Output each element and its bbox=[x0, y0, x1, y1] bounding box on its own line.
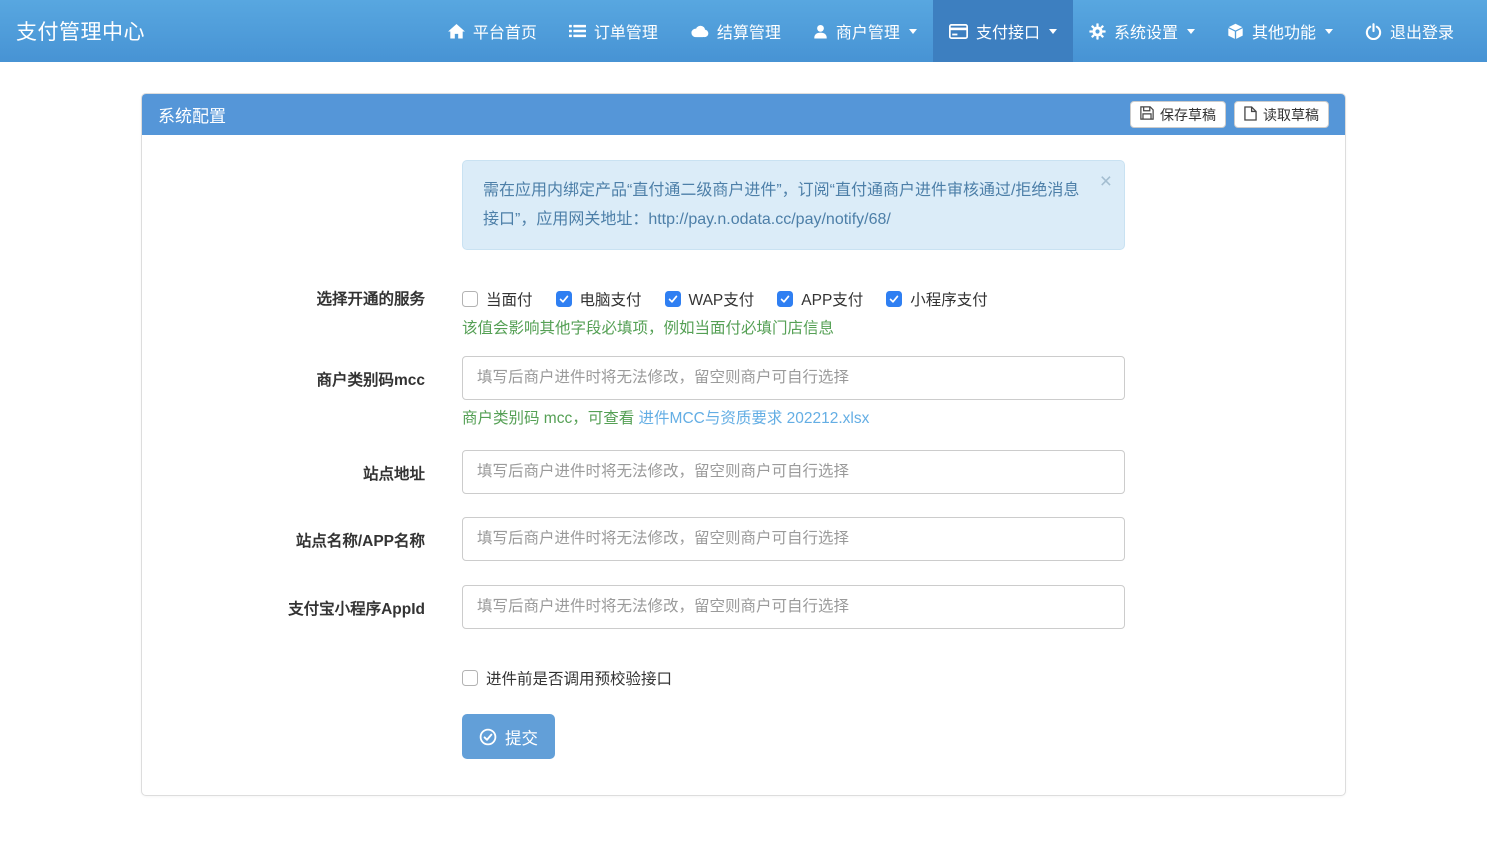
checkbox-wap-pay[interactable]: WAP支付 bbox=[665, 288, 755, 310]
close-icon: × bbox=[1100, 170, 1112, 193]
nav-item-label: 平台首页 bbox=[473, 19, 537, 43]
list-icon bbox=[569, 24, 586, 38]
alipay-appid-input[interactable] bbox=[462, 585, 1125, 629]
alipay-appid-row: 支付宝小程序AppId bbox=[157, 585, 1330, 629]
field-label: 商户类别码mcc bbox=[157, 356, 462, 390]
checkbox-box bbox=[462, 670, 478, 686]
checkbox-precheck[interactable]: 进件前是否调用预校验接口 bbox=[462, 667, 672, 689]
site-name-input[interactable] bbox=[462, 517, 1125, 561]
nav-item-label: 订单管理 bbox=[594, 19, 658, 43]
submit-button[interactable]: 提交 bbox=[462, 714, 555, 759]
nav-item-label: 系统设置 bbox=[1114, 19, 1178, 43]
nav-item-label: 商户管理 bbox=[836, 19, 900, 43]
checkbox-face-to-face-pay[interactable]: 当面付 bbox=[462, 288, 533, 310]
main-nav: 平台首页 订单管理 结算管理 bbox=[432, 0, 1487, 62]
nav-item-other-functions[interactable]: 其他功能 bbox=[1211, 0, 1349, 62]
services-help-text: 该值会影响其他字段必填项，例如当面付必填门店信息 bbox=[462, 318, 1125, 340]
nav-item-label: 结算管理 bbox=[717, 19, 781, 43]
user-icon bbox=[813, 24, 828, 39]
mcc-help-text: 商户类别码 mcc，可查看 进件MCC与资质要求 202212.xlsx bbox=[462, 408, 1125, 430]
checkbox-label: 小程序支付 bbox=[910, 288, 988, 310]
gear-icon bbox=[1089, 23, 1106, 40]
checkbox-label: APP支付 bbox=[801, 288, 863, 310]
nav-item-home[interactable]: 平台首页 bbox=[432, 0, 553, 62]
credit-card-icon bbox=[949, 24, 968, 39]
nav-item-settlement[interactable]: 结算管理 bbox=[674, 0, 797, 62]
nav-item-label: 支付接口 bbox=[976, 19, 1040, 43]
nav-item-label: 退出登录 bbox=[1390, 19, 1454, 43]
caret-down-icon bbox=[909, 29, 917, 34]
field-label: 支付宝小程序AppId bbox=[157, 585, 462, 619]
site-url-input[interactable] bbox=[462, 450, 1125, 494]
nav-item-merchants[interactable]: 商户管理 bbox=[797, 0, 933, 62]
field-label: 选择开通的服务 bbox=[157, 287, 462, 309]
save-draft-button[interactable]: 保存草稿 bbox=[1130, 101, 1226, 128]
checkbox-mini-program-pay[interactable]: 小程序支付 bbox=[886, 288, 988, 310]
caret-down-icon bbox=[1325, 29, 1333, 34]
mcc-row: 商户类别码mcc 商户类别码 mcc，可查看 进件MCC与资质要求 202212… bbox=[157, 356, 1330, 430]
checkbox-label: 进件前是否调用预校验接口 bbox=[486, 667, 672, 689]
field-label: 站点地址 bbox=[157, 450, 462, 484]
info-alert: 需在应用内绑定产品“直付通二级商户进件”，订阅“直付通商户进件审核通过/拒绝消息… bbox=[462, 160, 1125, 250]
checkbox-box bbox=[556, 291, 572, 307]
home-icon bbox=[448, 24, 465, 39]
caret-down-icon bbox=[1187, 29, 1195, 34]
nav-item-logout[interactable]: 退出登录 bbox=[1349, 0, 1470, 62]
panel-actions: 保存草稿 读取草稿 bbox=[1130, 101, 1329, 128]
precheck-row: 进件前是否调用预校验接口 bbox=[462, 667, 1330, 691]
checkbox-box bbox=[886, 291, 902, 307]
site-name-row: 站点名称/APP名称 bbox=[157, 517, 1330, 561]
services-row: 选择开通的服务 当面付 电脑支付 WAP支付 bbox=[157, 287, 1330, 340]
mcc-input[interactable] bbox=[462, 356, 1125, 400]
load-draft-label: 读取草稿 bbox=[1263, 105, 1319, 125]
submit-label: 提交 bbox=[505, 725, 538, 749]
checkbox-app-pay[interactable]: APP支付 bbox=[777, 288, 863, 310]
mcc-help-prefix: 商户类别码 mcc，可查看 bbox=[462, 410, 639, 427]
caret-down-icon bbox=[1049, 29, 1057, 34]
checkbox-box bbox=[665, 291, 681, 307]
nav-item-payment-api[interactable]: 支付接口 bbox=[933, 0, 1073, 62]
save-draft-label: 保存草稿 bbox=[1160, 105, 1216, 125]
brand-title: 支付管理中心 bbox=[0, 0, 161, 62]
nav-item-system-settings[interactable]: 系统设置 bbox=[1073, 0, 1211, 62]
alert-close-button[interactable]: × bbox=[1100, 171, 1112, 192]
nav-item-label: 其他功能 bbox=[1252, 19, 1316, 43]
power-icon bbox=[1365, 23, 1382, 40]
page-title: 系统配置 bbox=[158, 102, 226, 127]
system-config-panel: 系统配置 保存草稿 读取草稿 需 bbox=[141, 93, 1346, 796]
site-url-row: 站点地址 bbox=[157, 450, 1330, 494]
file-icon bbox=[1244, 106, 1257, 124]
field-label: 站点名称/APP名称 bbox=[157, 517, 462, 551]
checkbox-pc-pay[interactable]: 电脑支付 bbox=[556, 288, 642, 310]
top-navbar: 支付管理中心 平台首页 订单管理 bbox=[0, 0, 1487, 62]
nav-item-orders[interactable]: 订单管理 bbox=[553, 0, 674, 62]
mcc-requirements-link[interactable]: 进件MCC与资质要求 202212.xlsx bbox=[639, 410, 870, 427]
panel-body: 需在应用内绑定产品“直付通二级商户进件”，订阅“直付通商户进件审核通过/拒绝消息… bbox=[142, 135, 1345, 795]
save-icon bbox=[1140, 106, 1154, 123]
checkbox-label: 电脑支付 bbox=[580, 288, 642, 310]
alert-text: 需在应用内绑定产品“直付通二级商户进件”，订阅“直付通商户进件审核通过/拒绝消息… bbox=[483, 182, 1079, 228]
check-circle-icon bbox=[479, 728, 497, 746]
checkbox-box bbox=[462, 291, 478, 307]
checkbox-label: 当面付 bbox=[486, 288, 533, 310]
panel-header: 系统配置 保存草稿 读取草稿 bbox=[142, 94, 1345, 135]
cloud-icon bbox=[690, 24, 709, 38]
checkbox-box bbox=[777, 291, 793, 307]
load-draft-button[interactable]: 读取草稿 bbox=[1234, 101, 1329, 128]
cube-icon bbox=[1227, 23, 1244, 40]
services-checkbox-group: 当面付 电脑支付 WAP支付 APP支付 bbox=[462, 287, 1125, 310]
checkbox-label: WAP支付 bbox=[689, 288, 755, 310]
